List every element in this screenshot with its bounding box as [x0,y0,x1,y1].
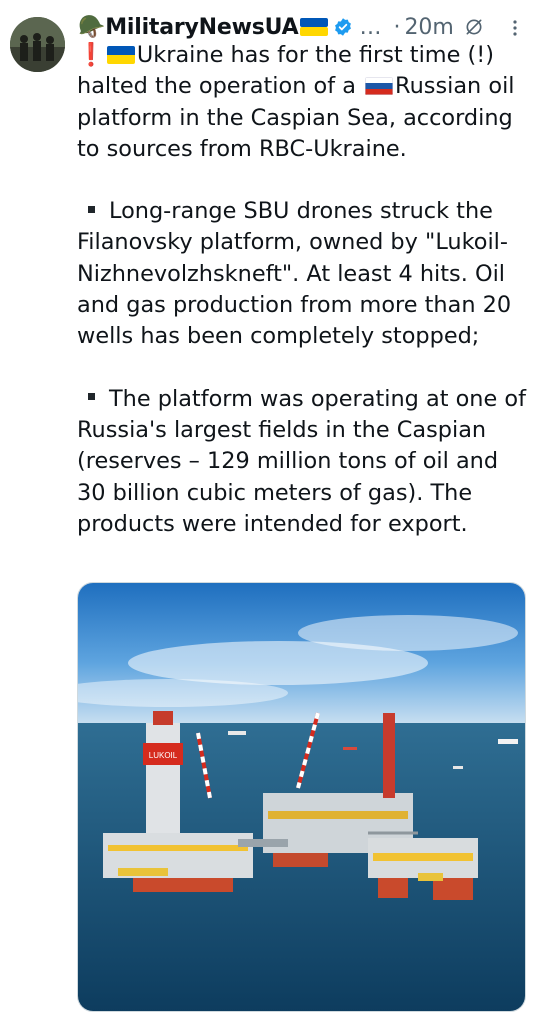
author-name[interactable]: 🪖MilitaryNewsUA [78,14,299,40]
author-name-text: MilitaryNewsUA [105,14,299,40]
grok-icon[interactable] [464,17,484,37]
ukraine-flag-icon [300,18,329,36]
separator-dot: · [393,14,401,40]
handle-ellipsis: … [359,14,382,40]
post-time[interactable]: 20m [404,15,453,40]
oil-platform-image: LUKOIL [78,583,525,1011]
exclamation-icon: ❗ [77,42,105,68]
tweet-text: ❗ Ukraine has for the first time (!) halt… [77,40,532,540]
bullet-icon [88,205,95,213]
bullet-1-text: Long-range SBU drones struck the Filanov… [77,198,512,350]
verified-badge-icon[interactable] [333,17,353,37]
paragraph-bullet-1: Long-range SBU drones struck the Filanov… [77,196,532,352]
tweet-header: 🪖MilitaryNewsUA … · 20m [78,10,528,44]
bullet-2-text: The platform was operating at one of Rus… [77,385,526,537]
paragraph-intro: ❗ Ukraine has for the first time (!) halt… [77,40,532,165]
more-icon[interactable] [508,18,522,38]
author-emoji: 🪖 [78,14,106,40]
tweet-photo[interactable]: LUKOIL [77,582,526,1012]
platform-sign: LUKOIL [149,751,178,760]
bullet-icon [88,393,95,401]
paragraph-bullet-2: The platform was operating at one of Rus… [77,384,532,540]
avatar[interactable] [10,17,65,72]
ukraine-flag-icon [106,46,135,64]
russia-flag-icon [365,77,394,96]
